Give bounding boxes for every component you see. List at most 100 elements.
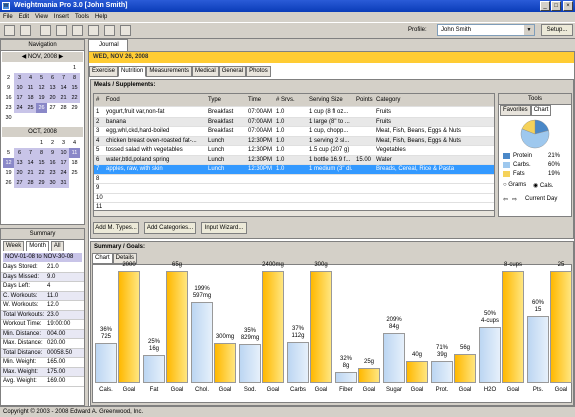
table-row[interactable]: 1 yogurt,fruit var,non-fat Breakfast 07:00A… <box>94 108 494 118</box>
calendar-day[interactable]: 22 <box>69 93 80 103</box>
table-row[interactable]: 5 tossed salad with vegetables Lunch 12:30P… <box>94 146 494 156</box>
tab-favorites[interactable]: Favorites <box>500 105 531 116</box>
calendar-day[interactable]: 23 <box>3 103 14 113</box>
calendar-day[interactable]: 6 <box>14 148 25 158</box>
calendar-day[interactable]: 17 <box>14 93 25 103</box>
calendar-day[interactable]: 20 <box>47 93 58 103</box>
report-icon[interactable] <box>56 25 67 36</box>
close-button[interactable]: × <box>563 1 573 11</box>
maximize-button[interactable]: □ <box>551 1 561 11</box>
minimize-button[interactable]: _ <box>540 1 550 11</box>
next-month-icon[interactable]: ▶ <box>57 54 64 60</box>
calendar-day[interactable]: 30 <box>3 113 14 123</box>
calendar-day[interactable]: 16 <box>47 158 58 168</box>
calendar-day[interactable]: 29 <box>69 103 80 113</box>
calendar-day[interactable]: 28 <box>25 178 36 188</box>
calendar-day[interactable]: 21 <box>58 93 69 103</box>
calendar-day[interactable]: 24 <box>58 168 69 178</box>
calendar-day[interactable]: 11 <box>69 148 80 158</box>
calendar-day[interactable]: 30 <box>47 178 58 188</box>
calendar-day[interactable]: 22 <box>36 168 47 178</box>
table-row[interactable]: 7 apples, raw, with skin Lunch 12:30PM 1.0 1 … <box>94 165 494 175</box>
calendar-day[interactable]: 15 <box>36 158 47 168</box>
menu-help[interactable]: Help <box>95 14 107 20</box>
menu-view[interactable]: View <box>35 14 48 20</box>
menu-edit[interactable]: Edit <box>19 14 29 20</box>
calendar-day[interactable]: 25 <box>69 168 80 178</box>
tab-measurements[interactable]: Measurements <box>146 66 193 77</box>
calendar-day[interactable]: 4 <box>25 73 36 83</box>
radio-grams[interactable]: ○ Grams <box>503 182 526 188</box>
new-icon[interactable] <box>4 25 15 36</box>
tab-goals-chart[interactable]: Chart <box>92 253 113 264</box>
tab-exercise[interactable]: Exercise <box>89 66 119 77</box>
table-row[interactable]: 2 banana Breakfast 07:00AM 1.0 1 large (8" to… <box>94 117 494 127</box>
calendar-day[interactable]: 19 <box>3 168 14 178</box>
table-row[interactable]: 8 <box>94 175 494 184</box>
table-row[interactable]: 3 egg,whl,ckd,hard-boiled Breakfast 07:00AM… <box>94 127 494 137</box>
calendar-day[interactable]: 8 <box>69 73 80 83</box>
table-scrollbar[interactable] <box>93 210 495 217</box>
tab-general[interactable]: General <box>218 66 247 77</box>
calendar-day[interactable]: 20 <box>14 168 25 178</box>
calendar-day[interactable]: 14 <box>25 158 36 168</box>
calendar-day[interactable]: 17 <box>58 158 69 168</box>
table-row[interactable]: 4 chicken breast oven-roasted fat-... Lunc… <box>94 136 494 146</box>
calendar-day[interactable]: 9 <box>3 83 14 93</box>
calendar-day[interactable]: 29 <box>36 178 47 188</box>
prev-day-icon[interactable]: ⇦ <box>503 196 508 203</box>
tab-month[interactable]: Month <box>26 241 49 251</box>
calendar-day[interactable]: 18 <box>25 93 36 103</box>
input-wizard-button[interactable]: Input Wizard... <box>201 222 247 234</box>
tab-medical[interactable]: Medical <box>192 66 219 77</box>
profile-select[interactable]: John Smith ▼ <box>437 24 535 36</box>
calendar-day[interactable]: 10 <box>14 83 25 93</box>
calendar-day[interactable]: 16 <box>3 93 14 103</box>
calendar-day[interactable]: 24 <box>14 103 25 113</box>
calendar-day[interactable]: 2 <box>3 73 14 83</box>
meals-table[interactable]: # Food Type Time # Srvs. Serving Size Points Ca… <box>93 93 495 217</box>
calendar-day[interactable]: 15 <box>69 83 80 93</box>
menu-tools[interactable]: Tools <box>75 14 89 20</box>
calendar-day[interactable]: 26 <box>3 178 14 188</box>
tab-week[interactable]: Week <box>3 241 25 251</box>
setup-button[interactable]: Setup... <box>541 24 573 36</box>
calendar-day[interactable]: 14 <box>58 83 69 93</box>
add-categories-button[interactable]: Add Categories... <box>144 222 196 234</box>
tools-icon[interactable] <box>104 25 115 36</box>
radio-cals[interactable]: ◉ Cals. <box>533 182 554 189</box>
calendar-day[interactable]: 12 <box>36 83 47 93</box>
calendar-day[interactable]: 11 <box>25 83 36 93</box>
calendar-day[interactable]: 27 <box>14 178 25 188</box>
calendar-day[interactable]: 13 <box>47 83 58 93</box>
calendar-day[interactable]: 25 <box>25 103 36 113</box>
calendar-day[interactable]: 3 <box>14 73 25 83</box>
tab-chart[interactable]: Chart <box>530 105 552 116</box>
calendar-day[interactable]: 23 <box>47 168 58 178</box>
help-icon[interactable] <box>120 25 131 36</box>
add-meal-types-button[interactable]: Add M. Types... <box>93 222 139 234</box>
calendar-day[interactable]: 1 <box>36 138 47 148</box>
calendar-day[interactable]: 28 <box>58 103 69 113</box>
chart-icon[interactable] <box>72 25 83 36</box>
tab-photos[interactable]: Photos <box>246 66 271 77</box>
tab-journal[interactable]: Journal <box>88 39 128 51</box>
menu-insert[interactable]: Insert <box>54 14 69 20</box>
calendar-day[interactable]: 26 <box>36 103 47 113</box>
calendar-day[interactable]: 5 <box>36 73 47 83</box>
next-day-icon[interactable]: ⇨ <box>512 196 517 203</box>
calendar-day[interactable]: 13 <box>14 158 25 168</box>
calendar-day[interactable]: 4 <box>69 138 80 148</box>
calendar-day[interactable]: 21 <box>25 168 36 178</box>
calendar-day[interactable]: 8 <box>36 148 47 158</box>
table-row[interactable]: 6 water,btld,poland spring Lunch 12:30PM 1.0… <box>94 155 494 165</box>
tab-all[interactable]: All <box>50 241 64 251</box>
table-row[interactable]: 10 <box>94 194 494 203</box>
calendar-day[interactable]: 3 <box>58 138 69 148</box>
save-icon[interactable] <box>20 25 31 36</box>
calendar-day[interactable]: 19 <box>36 93 47 103</box>
calendar-day[interactable]: 12 <box>3 158 14 168</box>
calendar-day[interactable]: 18 <box>69 158 80 168</box>
menu-file[interactable]: File <box>3 14 13 20</box>
calendar-day[interactable]: 6 <box>47 73 58 83</box>
